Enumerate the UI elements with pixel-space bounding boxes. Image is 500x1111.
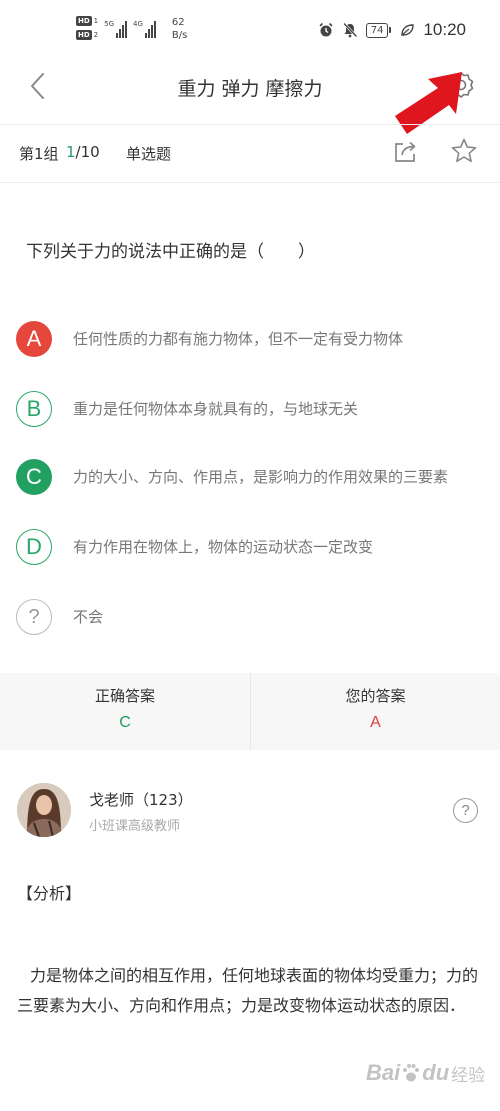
- sim2-number: 2: [93, 31, 99, 39]
- signal-bars-icon: [144, 20, 156, 38]
- question-progress: 1/10: [66, 143, 100, 161]
- correct-answer-value: C: [119, 714, 131, 731]
- hd1-badge: HD: [76, 16, 92, 26]
- star-icon[interactable]: [450, 137, 478, 165]
- analysis-heading: 【分析】: [17, 884, 82, 903]
- share-icon[interactable]: [393, 138, 419, 164]
- network-speed: 62 B/s: [172, 16, 187, 42]
- status-right: 74 10:20: [318, 20, 466, 40]
- analysis-body: 力是物体之间的相互作用，任何地球表面的物体均受重力；力的三要素为大小、方向和作用…: [17, 966, 479, 1015]
- question-type: 单选题: [126, 145, 172, 163]
- watermark-brand: Bai: [366, 1060, 401, 1085]
- correct-answer-label: 正确答案: [94, 687, 155, 705]
- avatar[interactable]: [17, 783, 71, 837]
- correct-answer-col: 正确答案 C: [0, 673, 250, 750]
- option-a-text: 任何性质的力都有施力物体，但不一定有受力物体: [73, 330, 404, 348]
- battery-level: 74: [365, 22, 389, 38]
- baidu-watermark: Bai du 经验: [366, 1060, 485, 1086]
- group-label: 第1组: [19, 145, 59, 163]
- watermark-suffix: 经验: [451, 1065, 486, 1085]
- teacher-name: 戈老师（123）: [89, 791, 193, 809]
- option-unknown[interactable]: ? 不会: [16, 599, 500, 647]
- option-c[interactable]: C 力的大小、方向、作用点，是影响力的作用效果的三要素: [16, 459, 500, 507]
- battery-indicator: 74: [365, 22, 392, 38]
- option-d[interactable]: D 有力作用在物体上，物体的运动状态一定改变: [16, 529, 500, 577]
- hd2-badge: HD: [76, 30, 92, 40]
- answer-summary: 正确答案 C 您的答案 A: [0, 673, 500, 750]
- teacher-title: 小班课高级教师: [89, 819, 181, 834]
- battery-tip: [389, 27, 392, 33]
- option-b[interactable]: B 重力是任何物体本身就具有的，与地球无关: [16, 391, 500, 439]
- speed-unit: B/s: [171, 30, 188, 41]
- signal-bars-icon: [116, 20, 128, 38]
- leaf-icon: [401, 24, 415, 36]
- sim-indicators: HD 1 HD 2: [76, 16, 98, 40]
- option-d-text: 有力作用在物体上，物体的运动状态一定改变: [73, 538, 374, 556]
- option-c-badge: C: [16, 459, 52, 495]
- clock: 10:20: [423, 20, 466, 39]
- option-unknown-text: 不会: [73, 608, 104, 626]
- option-b-badge: B: [16, 391, 52, 427]
- question-mark-icon: ?: [16, 599, 52, 635]
- status-left: HD 1 HD 2 5G 4G 62 B/s: [76, 16, 187, 42]
- network-4g-label: 4G: [133, 20, 143, 28]
- your-answer-value: A: [370, 714, 381, 731]
- option-a[interactable]: A 任何性质的力都有施力物体，但不一定有受力物体: [16, 321, 500, 369]
- sim1-number: 1: [93, 17, 99, 25]
- teacher-avatar-image: [17, 783, 71, 837]
- option-c-text: 力的大小、方向、作用点，是影响力的作用效果的三要素: [73, 468, 449, 486]
- speed-value: 62: [171, 17, 185, 28]
- watermark-brand2: du: [422, 1060, 450, 1085]
- signal-4g: 4G: [133, 16, 156, 38]
- subheader-divider: [0, 182, 500, 183]
- question-subheader: 第1组 1/10 单选题: [0, 125, 500, 177]
- your-answer-col: 您的答案 A: [250, 673, 500, 750]
- signal-5g: 5G: [104, 16, 128, 38]
- alarm-icon: [319, 22, 333, 37]
- question-text: 下列关于力的说法中正确的是（ ）: [26, 242, 315, 262]
- network-5g-label: 5G: [104, 20, 115, 28]
- help-icon[interactable]: ?: [453, 798, 478, 823]
- paw-icon: [403, 1064, 420, 1082]
- status-bar: HD 1 HD 2 5G 4G 62 B/s 74 10:20: [0, 0, 500, 62]
- progress-total: /10: [75, 143, 100, 161]
- option-a-badge: A: [16, 321, 52, 357]
- sim1-indicator: HD 1: [76, 16, 98, 26]
- sim2-indicator: HD 2: [76, 30, 98, 40]
- option-b-text: 重力是任何物体本身就具有的，与地球无关: [73, 400, 359, 418]
- your-answer-label: 您的答案: [345, 687, 406, 705]
- mute-bell-icon: [342, 22, 358, 38]
- option-d-badge: D: [16, 529, 52, 565]
- progress-current: 1: [66, 143, 76, 161]
